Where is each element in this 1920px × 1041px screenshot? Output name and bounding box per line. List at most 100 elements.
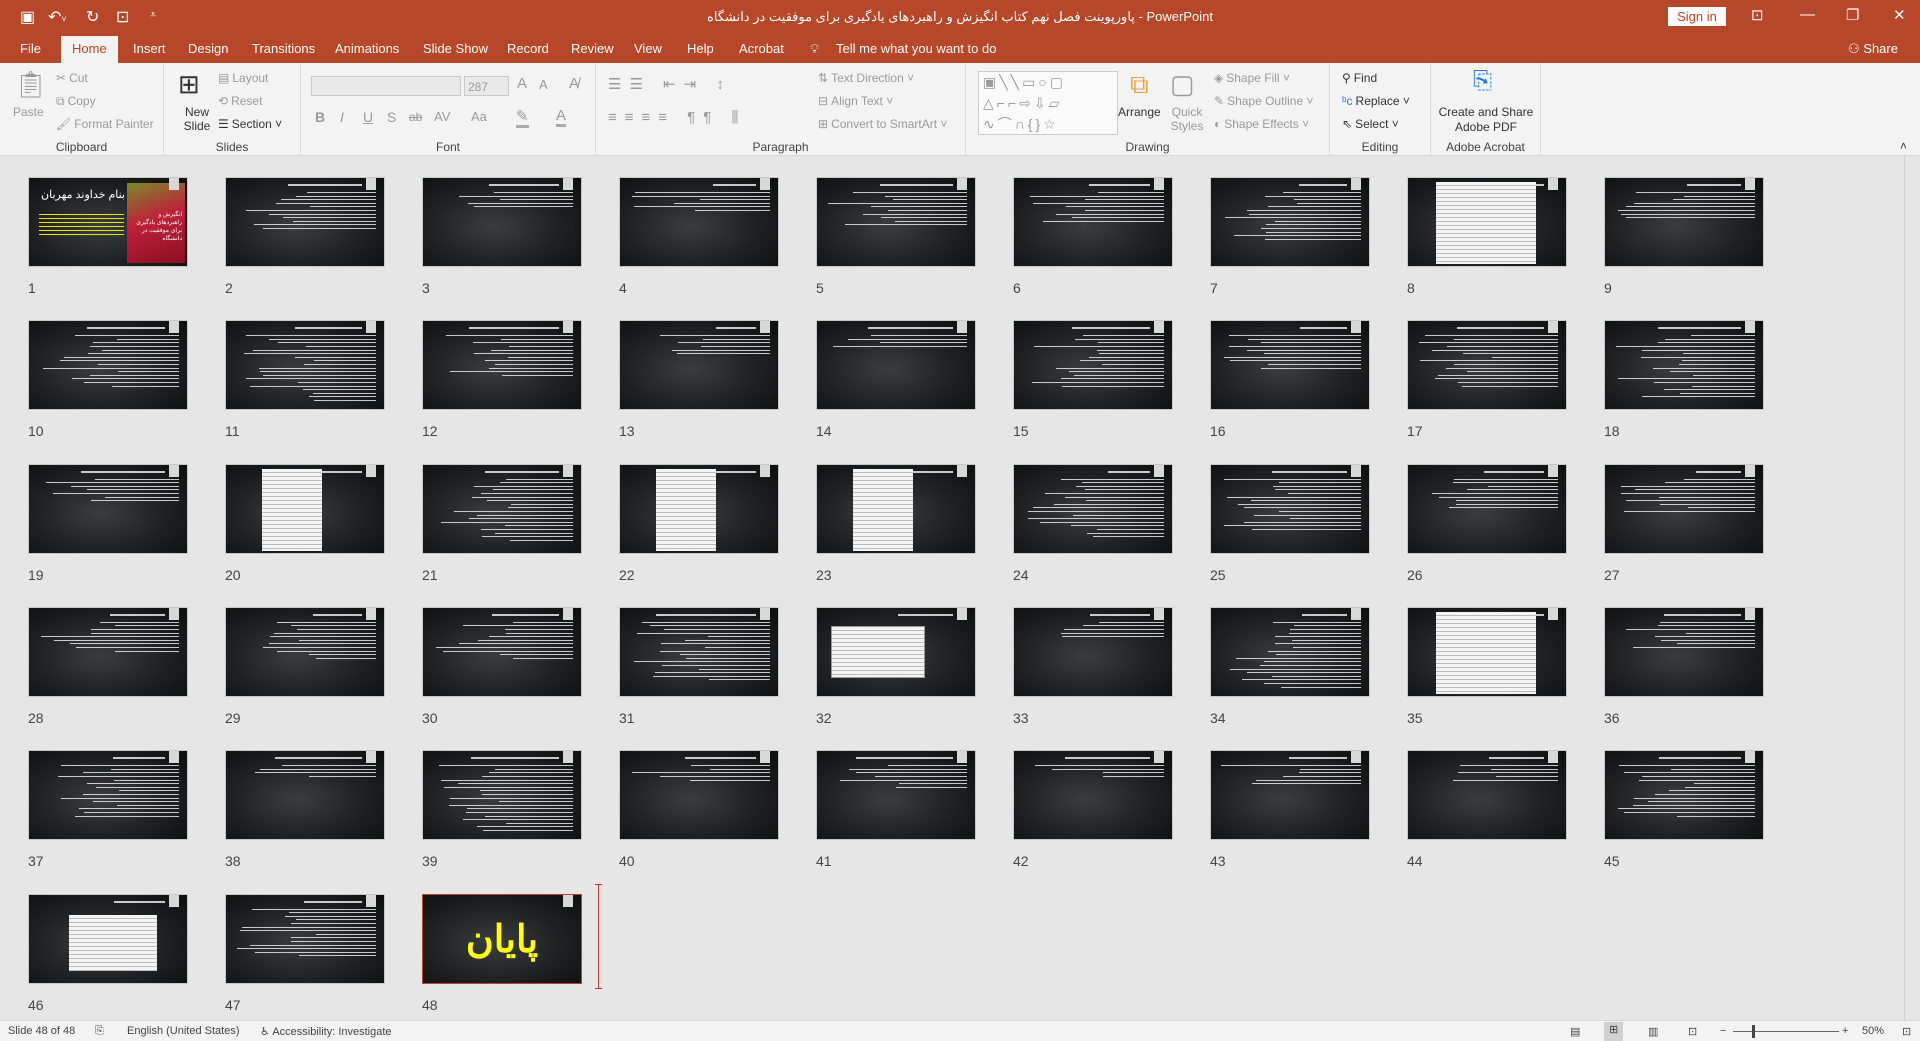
- tab-design[interactable]: Design: [188, 41, 228, 56]
- slide-thumbnail-27[interactable]: [1604, 463, 1764, 554]
- minimize-icon[interactable]: —: [1800, 6, 1815, 23]
- zoom-slider[interactable]: [1733, 1031, 1839, 1032]
- slide-thumbnail-46[interactable]: [28, 893, 188, 984]
- slide-thumbnail-21[interactable]: [422, 463, 582, 554]
- tab-view[interactable]: View: [634, 41, 662, 56]
- shape-outline-button[interactable]: ✎ Shape Outline ˅: [1214, 94, 1313, 108]
- slide-thumbnail-47[interactable]: [225, 893, 385, 984]
- zoom-out-button[interactable]: −: [1720, 1025, 1726, 1037]
- slide-thumbnail-14[interactable]: [816, 320, 976, 411]
- select-button[interactable]: ⇖ Select ˅: [1342, 117, 1399, 131]
- tab-file[interactable]: File: [20, 41, 41, 56]
- vertical-scrollbar[interactable]: [1904, 156, 1920, 1020]
- tab-acrobat[interactable]: Acrobat: [739, 41, 784, 56]
- zoom-level[interactable]: 50%: [1862, 1025, 1884, 1037]
- tab-record[interactable]: Record: [507, 41, 549, 56]
- slide-thumbnail-24[interactable]: [1013, 463, 1173, 554]
- copy-button[interactable]: ⧉ Copy: [56, 94, 96, 109]
- underline-button[interactable]: U: [363, 109, 373, 125]
- strikethrough-button[interactable]: ab: [409, 110, 422, 124]
- find-button[interactable]: ⚲ Find: [1342, 71, 1377, 85]
- slide-thumbnail-3[interactable]: [422, 177, 582, 267]
- list-icons[interactable]: ☰☰ ⇤⇥ ↕: [608, 75, 732, 93]
- align-text-button[interactable]: ⊟ Align Text ˅: [818, 94, 893, 108]
- slide-thumbnail-12[interactable]: [422, 320, 582, 411]
- cut-button[interactable]: ✂ Cut: [56, 71, 88, 85]
- slide-sorter-view-icon[interactable]: ⊞: [1604, 1022, 1624, 1041]
- slide-thumbnail-29[interactable]: [225, 606, 385, 697]
- slide-thumbnail-45[interactable]: [1604, 750, 1764, 841]
- ribbon-display-icon[interactable]: ⊡: [1751, 6, 1764, 24]
- slide-thumbnail-7[interactable]: [1210, 177, 1370, 267]
- fit-to-window-icon[interactable]: ⊡: [1902, 1025, 1911, 1038]
- tab-slide-show[interactable]: Slide Show: [423, 41, 488, 56]
- slide-thumbnail-37[interactable]: [28, 750, 188, 841]
- shapes-gallery[interactable]: ▣╲╲▭○▢ △⌐⌐⇨⇩▱ ∿⌒∩{}☆: [978, 71, 1118, 135]
- slide-thumbnail-18[interactable]: [1604, 320, 1764, 411]
- slide-thumbnail-2[interactable]: [225, 177, 385, 267]
- slide-thumbnail-10[interactable]: [28, 320, 188, 411]
- slide-thumbnail-23[interactable]: [816, 463, 976, 554]
- format-painter-button[interactable]: 🖌︎ Format Painter: [56, 117, 154, 131]
- align-icons[interactable]: ≡≡≡≡ ¶¶ ⫼: [608, 109, 746, 126]
- replace-button[interactable]: ᵇc Replace ˅: [1342, 94, 1410, 108]
- language-status[interactable]: English (United States): [127, 1025, 240, 1037]
- section-button[interactable]: ☰ Section ˅: [218, 117, 282, 131]
- create-share-pdf-button[interactable]: Create and Share Adobe PDF: [1431, 105, 1541, 135]
- slide-thumbnail-25[interactable]: [1210, 463, 1370, 554]
- slide-thumbnail-20[interactable]: [225, 463, 385, 554]
- decrease-font-button[interactable]: A: [539, 77, 548, 92]
- slide-thumbnail-8[interactable]: [1407, 177, 1567, 267]
- slide-thumbnail-40[interactable]: [619, 750, 779, 841]
- shadow-button[interactable]: S: [387, 109, 396, 125]
- slide-thumbnail-19[interactable]: [28, 463, 188, 554]
- tab-insert[interactable]: Insert: [133, 41, 166, 56]
- zoom-in-button[interactable]: +: [1842, 1025, 1848, 1037]
- slide-thumbnail-44[interactable]: [1407, 750, 1567, 841]
- zoom-slider-thumb[interactable]: [1752, 1025, 1755, 1038]
- slide-thumbnail-33[interactable]: [1013, 606, 1173, 697]
- accessibility-status[interactable]: ♿︎ Accessibility: Investigate: [260, 1025, 392, 1038]
- character-spacing-button[interactable]: AV: [434, 109, 450, 124]
- font-color-icon[interactable]: A: [556, 107, 567, 127]
- clear-formatting-icon[interactable]: A̸: [569, 75, 579, 92]
- slide-thumbnail-30[interactable]: [422, 606, 582, 697]
- sign-in-button[interactable]: Sign in: [1668, 7, 1726, 26]
- slide-thumbnail-1[interactable]: بنام خداوند مهربان انگیزش و راهبردهای یاد…: [28, 177, 188, 267]
- slide-thumbnail-28[interactable]: [28, 606, 188, 697]
- slide-thumbnail-39[interactable]: [422, 750, 582, 841]
- slide-thumbnail-34[interactable]: [1210, 606, 1370, 697]
- reset-button[interactable]: ⟲ Reset: [218, 94, 262, 108]
- normal-view-icon[interactable]: ▤: [1570, 1025, 1580, 1038]
- slide-thumbnail-5[interactable]: [816, 177, 976, 267]
- slide-thumbnail-41[interactable]: [816, 750, 976, 841]
- slide-thumbnail-48[interactable]: پایان: [422, 893, 582, 984]
- reading-view-icon[interactable]: ▥: [1648, 1025, 1658, 1038]
- tab-review[interactable]: Review: [571, 41, 614, 56]
- text-direction-button[interactable]: ⇅ Text Direction ˅: [818, 71, 914, 85]
- increase-font-button[interactable]: A: [517, 75, 527, 92]
- slide-thumbnail-42[interactable]: [1013, 750, 1173, 841]
- slide-thumbnail-17[interactable]: [1407, 320, 1567, 411]
- change-case-button[interactable]: Aa: [471, 109, 487, 124]
- collapse-ribbon-icon[interactable]: ˄: [1900, 139, 1907, 153]
- restore-icon[interactable]: ❐: [1846, 6, 1859, 24]
- arrange-button[interactable]: Arrange: [1118, 105, 1161, 119]
- new-slide-button[interactable]: New Slide: [174, 105, 220, 133]
- layout-button[interactable]: ▤ Layout: [218, 71, 268, 85]
- shape-fill-button[interactable]: ◈ Shape Fill ˅: [1214, 71, 1290, 85]
- font-size-input[interactable]: 287: [464, 76, 509, 96]
- tab-animations[interactable]: Animations: [335, 41, 399, 56]
- font-name-input[interactable]: [311, 76, 461, 96]
- highlight-icon[interactable]: ✎: [516, 107, 529, 128]
- italic-button[interactable]: I: [340, 109, 344, 125]
- shape-effects-button[interactable]: ◐ Shape Effects ˅: [1214, 117, 1309, 131]
- convert-smartart-button[interactable]: ⊞ Convert to SmartArt ˅: [818, 117, 947, 131]
- share-button[interactable]: ⚇ Share: [1848, 41, 1898, 57]
- bold-button[interactable]: B: [315, 109, 325, 125]
- slide-thumbnail-43[interactable]: [1210, 750, 1370, 841]
- slide-thumbnail-22[interactable]: [619, 463, 779, 554]
- spell-check-icon[interactable]: ⎘: [95, 1025, 104, 1038]
- close-icon[interactable]: ✕: [1893, 6, 1906, 24]
- tab-home[interactable]: Home: [61, 36, 118, 63]
